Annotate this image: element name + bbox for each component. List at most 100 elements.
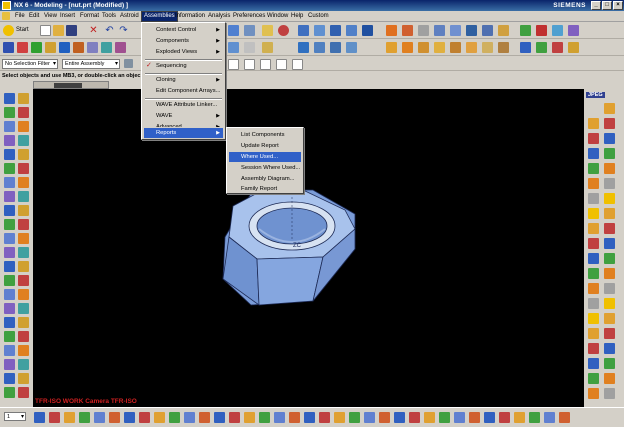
emboss-icon[interactable] (466, 42, 477, 53)
right-tool-icon[interactable] (604, 343, 615, 354)
right-tool-icon[interactable] (588, 268, 599, 279)
menu-item-wave-attribute-linker[interactable]: WAVE Attribute Linker... (144, 100, 223, 110)
menu-item-reports[interactable]: Reports ▶ (144, 128, 223, 138)
right-tool-icon[interactable] (588, 358, 599, 369)
left-tool-icon[interactable] (4, 107, 15, 118)
right-tool-icon[interactable] (588, 253, 599, 264)
zoom-icon[interactable] (244, 25, 255, 36)
right-tool-icon[interactable] (588, 238, 599, 249)
sew-icon[interactable] (434, 42, 445, 53)
menu-item-components[interactable]: Components ▶ (144, 36, 223, 46)
fit-view-icon[interactable] (228, 25, 239, 36)
datum-plane-icon[interactable] (228, 42, 239, 53)
left-tool-icon[interactable] (18, 177, 29, 188)
right-tool-icon[interactable] (588, 163, 599, 174)
right-tool-icon[interactable] (588, 373, 599, 384)
menu-item-context-control[interactable]: Context Control ▶ (144, 25, 223, 35)
left-tool-icon[interactable] (18, 205, 29, 216)
bottom-tool-icon[interactable] (529, 412, 540, 423)
thicken-icon[interactable] (330, 42, 341, 53)
front-view-icon[interactable] (330, 25, 341, 36)
pattern-icon[interactable] (115, 42, 126, 53)
bottom-tool-icon[interactable] (349, 412, 360, 423)
left-tool-icon[interactable] (18, 247, 29, 258)
menu-analysis[interactable]: Analysis (206, 12, 232, 21)
snap-icon[interactable] (3, 42, 14, 53)
right-tool-icon[interactable] (588, 208, 599, 219)
right-tool-icon[interactable] (604, 328, 615, 339)
left-tool-icon[interactable] (18, 373, 29, 384)
snap-quadrant-icon[interactable] (276, 59, 287, 70)
left-tool-icon[interactable] (18, 121, 29, 132)
graphics-window[interactable]: ZC TFR-ISO WORK Camera TFR-ISO (33, 89, 584, 407)
menu-tools[interactable]: Tools (100, 12, 118, 21)
bottom-tool-icon[interactable] (259, 412, 270, 423)
new-file-icon[interactable] (40, 25, 51, 36)
menu-item-assembly-diagram[interactable]: Assembly Diagram... (229, 174, 301, 184)
left-tool-icon[interactable] (4, 177, 15, 188)
left-tool-icon[interactable] (4, 191, 15, 202)
draft-icon[interactable] (386, 42, 397, 53)
hole-icon[interactable] (418, 25, 429, 36)
right-tool-icon[interactable] (604, 298, 615, 309)
right-tool-icon[interactable] (588, 223, 599, 234)
bottom-tool-icon[interactable] (79, 412, 90, 423)
sweep-icon[interactable] (314, 42, 325, 53)
scope-dropdown[interactable]: Entire Assembly (62, 59, 120, 69)
right-tool-icon[interactable] (604, 373, 615, 384)
menu-item-where-used[interactable]: Where Used... (229, 152, 301, 162)
close-button[interactable]: × (613, 1, 623, 10)
bottom-tool-icon[interactable] (49, 412, 60, 423)
bottom-tool-icon[interactable] (469, 412, 480, 423)
bottom-tool-icon[interactable] (124, 412, 135, 423)
boolean-icon[interactable] (466, 25, 477, 36)
bottom-tool-icon[interactable] (274, 412, 285, 423)
open-folder-icon[interactable] (53, 25, 64, 36)
right-tool-icon[interactable] (588, 283, 599, 294)
menu-window[interactable]: Window (265, 12, 290, 21)
left-tool-icon[interactable] (4, 247, 15, 258)
point-icon[interactable] (17, 42, 28, 53)
menu-item-update-report[interactable]: Update Report (229, 141, 301, 151)
left-tool-icon[interactable] (4, 149, 15, 160)
layer-icon[interactable] (568, 25, 579, 36)
right-tool-icon[interactable] (604, 283, 615, 294)
snap-mid-icon[interactable] (244, 59, 255, 70)
bottom-tool-icon[interactable] (229, 412, 240, 423)
bottom-tool-icon[interactable] (169, 412, 180, 423)
menu-format[interactable]: Format (78, 12, 101, 21)
extrude-icon[interactable] (386, 25, 397, 36)
bottom-tool-icon[interactable] (409, 412, 420, 423)
thread-icon[interactable] (482, 42, 493, 53)
right-tool-icon[interactable] (588, 343, 599, 354)
chamfer-icon[interactable] (498, 25, 509, 36)
sketch-icon[interactable] (262, 25, 273, 36)
left-tool-icon[interactable] (4, 205, 15, 216)
bottom-tool-icon[interactable] (289, 412, 300, 423)
right-tool-icon[interactable] (604, 253, 615, 264)
bottom-tool-icon[interactable] (364, 412, 375, 423)
left-tool-icon[interactable] (4, 93, 15, 104)
bottom-tool-icon[interactable] (394, 412, 405, 423)
menu-item-family-report[interactable]: Family Report (229, 184, 301, 194)
mirror-icon[interactable] (101, 42, 112, 53)
bottom-tool-icon[interactable] (154, 412, 165, 423)
bottom-tool-icon[interactable] (214, 412, 225, 423)
resize-icon[interactable] (568, 42, 579, 53)
left-tool-icon[interactable] (4, 275, 15, 286)
menu-edit[interactable]: Edit (27, 12, 41, 21)
menu-item-exploded-views[interactable]: Exploded Views ▶ (144, 47, 223, 57)
nut-side-face-front[interactable] (256, 256, 324, 306)
bottom-tool-icon[interactable] (424, 412, 435, 423)
right-tool-icon[interactable] (604, 148, 615, 159)
split-body-icon[interactable] (418, 42, 429, 53)
left-tool-icon[interactable] (18, 149, 29, 160)
work-layer-dropdown[interactable]: 1 (4, 412, 26, 421)
right-tool-icon[interactable] (604, 208, 615, 219)
delete-face-icon[interactable] (552, 42, 563, 53)
horizontal-scrollbar[interactable] (33, 81, 109, 89)
bottom-tool-icon[interactable] (64, 412, 75, 423)
left-tool-icon[interactable] (18, 317, 29, 328)
left-tool-icon[interactable] (4, 121, 15, 132)
left-tool-icon[interactable] (18, 233, 29, 244)
